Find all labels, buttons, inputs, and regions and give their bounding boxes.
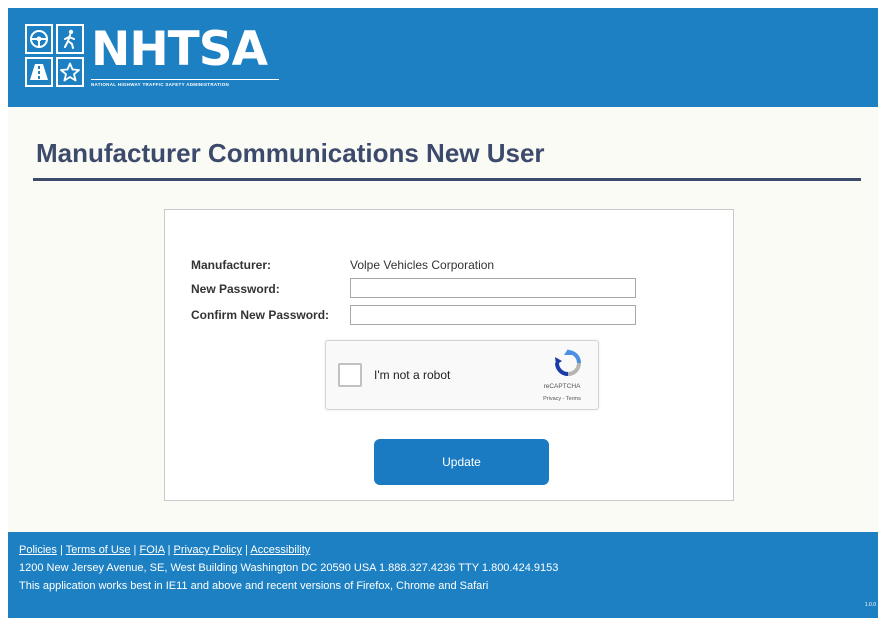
footer-link-policies[interactable]: Policies: [19, 544, 57, 556]
footer-link-foia[interactable]: FOIA: [139, 544, 164, 556]
pedestrian-icon: [56, 24, 84, 54]
road-icon: [25, 57, 53, 87]
recaptcha-widget: I'm not a robot reCAPTCHA Privacy - Term…: [325, 340, 599, 410]
footer: Policies | Terms of Use | FOIA | Privacy…: [8, 532, 878, 618]
footer-link-accessibility[interactable]: Accessibility: [250, 544, 310, 556]
new-password-label: New Password:: [191, 282, 280, 296]
footer-browser-note: This application works best in IE11 and …: [19, 580, 489, 592]
footer-separator: |: [56, 544, 66, 556]
version-label: 1.0.0: [864, 602, 876, 608]
new-password-input[interactable]: [350, 278, 636, 298]
title-divider: [33, 178, 861, 181]
steering-wheel-icon: [25, 24, 53, 54]
page-frame: NHTSA NATIONAL HIGHWAY TRAFFIC SAFETY AD…: [8, 8, 878, 618]
manufacturer-value: Volpe Vehicles Corporation: [350, 258, 495, 272]
footer-link-terms[interactable]: Terms of Use: [66, 544, 131, 556]
star-icon: [56, 57, 84, 87]
manufacturer-label: Manufacturer:: [191, 258, 272, 272]
nhtsa-logo[interactable]: NHTSA NATIONAL HIGHWAY TRAFFIC SAFETY AD…: [25, 22, 285, 90]
update-button[interactable]: Update: [374, 439, 549, 485]
header-bar: NHTSA NATIONAL HIGHWAY TRAFFIC SAFETY AD…: [8, 8, 878, 107]
logo-wordmark: NHTSA: [91, 22, 268, 77]
footer-link-privacy-policy[interactable]: Privacy Policy: [174, 544, 242, 556]
recaptcha-label: I'm not a robot: [374, 368, 451, 382]
confirm-password-label: Confirm New Password:: [191, 308, 330, 322]
logo-icon-grid: [25, 24, 85, 90]
recaptcha-brand: reCAPTCHA: [543, 383, 581, 390]
footer-links: Policies | Terms of Use | FOIA | Privacy…: [19, 544, 310, 556]
page-title: Manufacturer Communications New User: [36, 138, 545, 168]
footer-separator: |: [164, 544, 174, 556]
recaptcha-checkbox[interactable]: [338, 363, 362, 387]
confirm-password-input[interactable]: [350, 305, 636, 325]
logo-rule: [91, 79, 279, 80]
recaptcha-icon: [554, 349, 582, 377]
new-user-form: Manufacturer: Volpe Vehicles Corporation…: [164, 209, 734, 501]
recaptcha-privacy-terms-link[interactable]: Privacy - Terms: [532, 396, 592, 402]
footer-address: 1200 New Jersey Avenue, SE, West Buildin…: [19, 562, 559, 574]
logo-subtitle: NATIONAL HIGHWAY TRAFFIC SAFETY ADMINIST…: [91, 82, 230, 87]
